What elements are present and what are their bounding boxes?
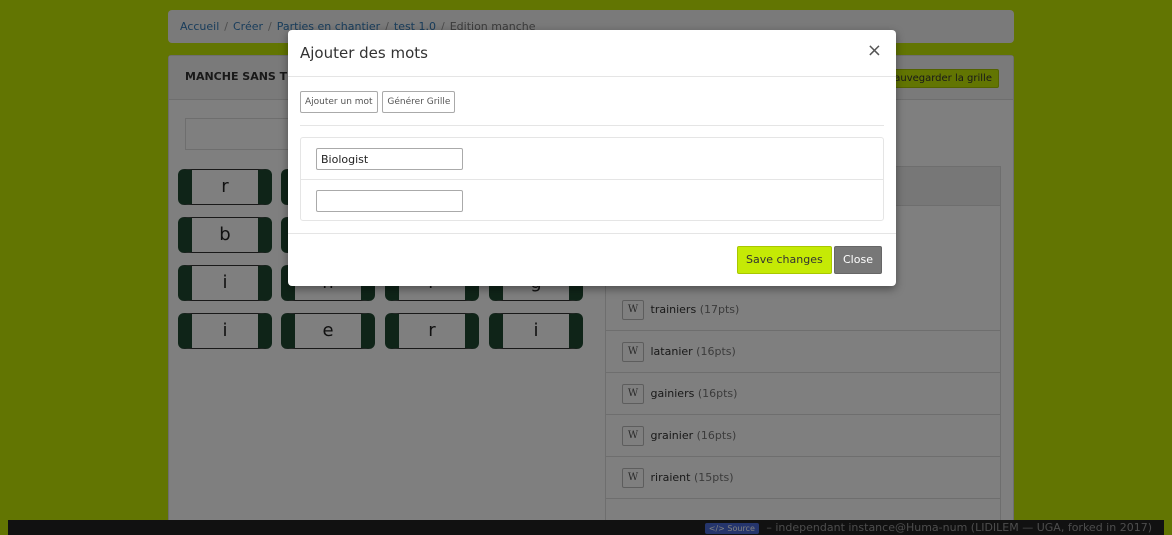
modal-header: Ajouter des mots × xyxy=(288,30,896,77)
add-words-modal: Ajouter des mots × Ajouter un mot Génére… xyxy=(288,30,896,286)
modal-toolbar: Ajouter un mot Générer Grille xyxy=(300,91,456,113)
add-word-button[interactable]: Ajouter un mot xyxy=(300,91,378,113)
close-icon[interactable]: × xyxy=(867,42,882,60)
modal-footer: Save changes Close xyxy=(288,233,896,286)
close-button[interactable]: Close xyxy=(834,246,882,274)
page: Accueil/Créer/Parties en chantier/test 1… xyxy=(0,0,1172,535)
word-entry-list xyxy=(300,137,884,221)
divider xyxy=(300,125,884,126)
word-entry xyxy=(301,138,883,179)
word-input[interactable] xyxy=(316,148,463,170)
word-entry xyxy=(301,179,883,220)
generate-grid-button[interactable]: Générer Grille xyxy=(382,91,456,113)
save-changes-button[interactable]: Save changes xyxy=(737,246,832,274)
modal-title: Ajouter des mots xyxy=(300,44,428,62)
word-input[interactable] xyxy=(316,190,463,212)
